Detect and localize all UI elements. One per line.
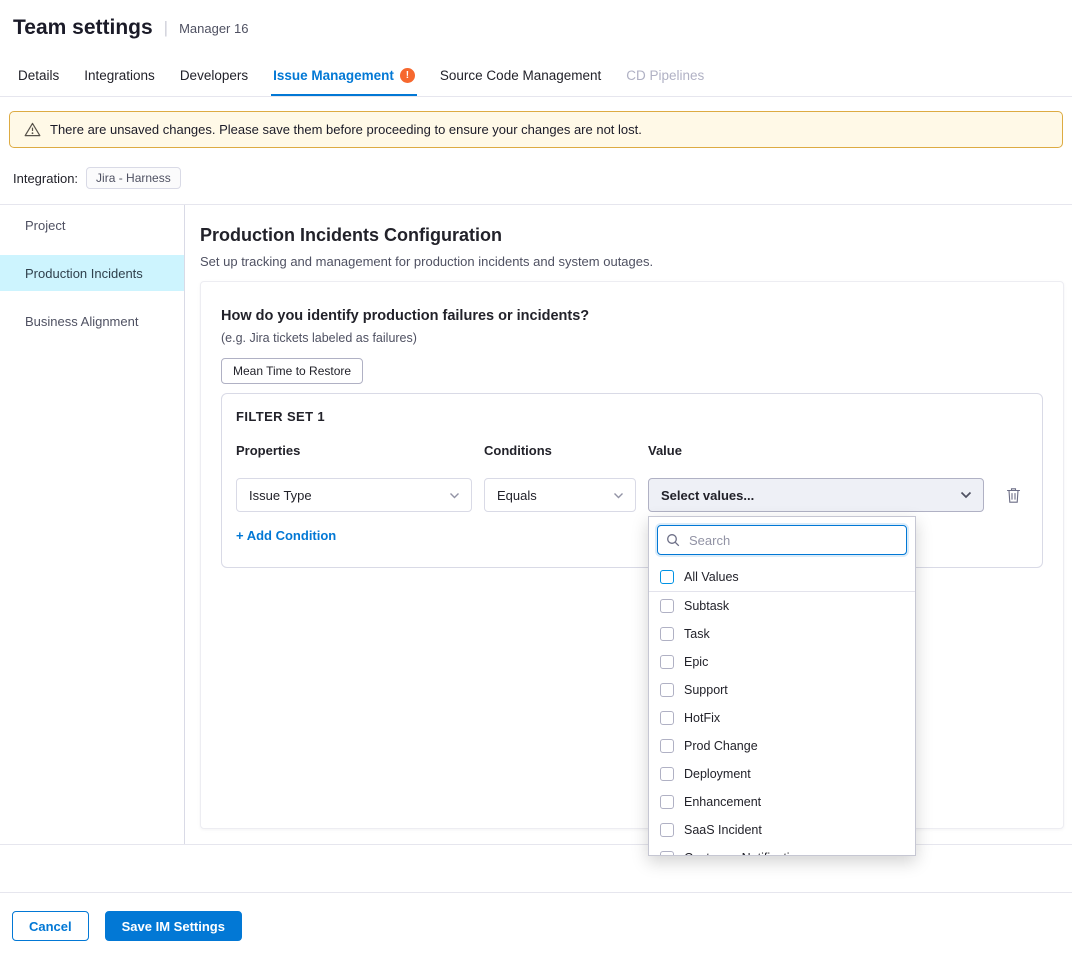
tab-source-code-management[interactable]: Source Code Management bbox=[438, 56, 603, 96]
condition-select[interactable]: Equals bbox=[484, 478, 636, 512]
option-checkbox[interactable] bbox=[660, 823, 674, 837]
search-icon bbox=[666, 533, 680, 547]
select-all-checkbox[interactable] bbox=[660, 570, 674, 584]
question-heading: How do you identify production failures … bbox=[221, 308, 1043, 324]
select-all-option[interactable]: All Values bbox=[649, 563, 915, 592]
dropdown-option-hotfix[interactable]: HotFix bbox=[649, 704, 915, 732]
team-name: Manager 16 bbox=[179, 21, 248, 36]
option-label: Prod Change bbox=[684, 739, 758, 753]
integration-row: Integration: Jira - Harness bbox=[0, 148, 1072, 204]
option-label: HotFix bbox=[684, 711, 720, 725]
dropdown-option-support[interactable]: Support bbox=[649, 676, 915, 704]
production-incidents-content: Production Incidents Configuration Set u… bbox=[185, 205, 1072, 844]
section-subtitle: Set up tracking and management for produ… bbox=[200, 254, 1064, 269]
tab-label: Details bbox=[18, 68, 59, 83]
sidebar-item-label: Project bbox=[25, 218, 65, 233]
page-title: Team settings bbox=[13, 16, 153, 40]
sidebar-item-business-alignment[interactable]: Business Alignment bbox=[0, 303, 184, 339]
question-hint: (e.g. Jira tickets labeled as failures) bbox=[221, 331, 1043, 345]
option-label: Task bbox=[684, 627, 710, 641]
option-checkbox[interactable] bbox=[660, 627, 674, 641]
delete-filter-row-button[interactable] bbox=[1004, 485, 1023, 506]
dropdown-search-input[interactable] bbox=[687, 532, 898, 549]
property-select-value: Issue Type bbox=[249, 488, 312, 503]
column-label-properties: Properties bbox=[236, 443, 472, 458]
option-label: Enhancement bbox=[684, 795, 761, 809]
im-settings-sidebar: Project Production Incidents Business Al… bbox=[0, 205, 185, 844]
add-condition-button[interactable]: + Add Condition bbox=[236, 528, 336, 543]
tab-label: Integrations bbox=[84, 68, 155, 83]
settings-tab-bar: Details Integrations Developers Issue Ma… bbox=[0, 56, 1072, 97]
option-label: Subtask bbox=[684, 599, 729, 613]
trash-icon bbox=[1006, 487, 1021, 504]
option-checkbox[interactable] bbox=[660, 767, 674, 781]
dropdown-option-prod-change[interactable]: Prod Change bbox=[649, 732, 915, 760]
column-label-value: Value bbox=[648, 443, 984, 458]
option-checkbox[interactable] bbox=[660, 599, 674, 613]
column-label-conditions: Conditions bbox=[484, 443, 636, 458]
sidebar-item-label: Production Incidents bbox=[25, 266, 143, 281]
section-title: Production Incidents Configuration bbox=[200, 225, 1064, 246]
sidebar-item-project[interactable]: Project bbox=[0, 207, 184, 243]
chevron-down-icon bbox=[449, 492, 460, 499]
dropdown-option-saas-incident[interactable]: SaaS Incident bbox=[649, 816, 915, 844]
value-options-dropdown: All Values Subtask Task bbox=[648, 516, 916, 856]
option-label: Customer Notification bbox=[684, 851, 804, 856]
cancel-button[interactable]: Cancel bbox=[12, 911, 89, 941]
dropdown-option-enhancement[interactable]: Enhancement bbox=[649, 788, 915, 816]
option-label: SaaS Incident bbox=[684, 823, 762, 837]
sidebar-item-label: Business Alignment bbox=[25, 314, 138, 329]
dropdown-search-box bbox=[657, 525, 907, 555]
save-im-settings-button[interactable]: Save IM Settings bbox=[105, 911, 242, 941]
option-checkbox[interactable] bbox=[660, 683, 674, 697]
option-checkbox[interactable] bbox=[660, 711, 674, 725]
option-label: Deployment bbox=[684, 767, 751, 781]
dropdown-option-deployment[interactable]: Deployment bbox=[649, 760, 915, 788]
incidents-config-card: How do you identify production failures … bbox=[200, 281, 1064, 829]
tab-label: Developers bbox=[180, 68, 248, 83]
warning-icon bbox=[24, 122, 41, 137]
option-checkbox[interactable] bbox=[660, 795, 674, 809]
metric-chip-mttr[interactable]: Mean Time to Restore bbox=[221, 358, 363, 384]
filter-set-title: FILTER SET 1 bbox=[236, 409, 1028, 424]
option-checkbox[interactable] bbox=[660, 655, 674, 669]
integration-label: Integration: bbox=[13, 171, 78, 186]
team-settings-page: Team settings | Manager 16 Details Integ… bbox=[0, 0, 1072, 956]
tab-label: Issue Management bbox=[273, 68, 394, 83]
tab-developers[interactable]: Developers bbox=[178, 56, 250, 96]
unsaved-warning-badge: ! bbox=[400, 68, 415, 83]
filter-grid: Properties Conditions Value Issue Type E… bbox=[236, 443, 1028, 512]
condition-select-value: Equals bbox=[497, 488, 537, 503]
option-checkbox[interactable] bbox=[660, 851, 674, 856]
integration-chip: Jira - Harness bbox=[86, 167, 181, 189]
unsaved-changes-banner: There are unsaved changes. Please save t… bbox=[9, 111, 1063, 148]
select-all-label: All Values bbox=[684, 570, 739, 584]
tab-issue-management[interactable]: Issue Management ! bbox=[271, 56, 417, 96]
chevron-down-icon bbox=[960, 491, 972, 499]
option-label: Epic bbox=[684, 655, 708, 669]
title-divider: | bbox=[164, 18, 168, 38]
dropdown-option-task[interactable]: Task bbox=[649, 620, 915, 648]
sidebar-item-production-incidents[interactable]: Production Incidents bbox=[0, 255, 184, 291]
dropdown-option-subtask[interactable]: Subtask bbox=[649, 592, 915, 620]
property-select[interactable]: Issue Type bbox=[236, 478, 472, 512]
tab-cd-pipelines: CD Pipelines bbox=[624, 56, 706, 96]
tab-details[interactable]: Details bbox=[16, 56, 61, 96]
banner-message: There are unsaved changes. Please save t… bbox=[50, 122, 642, 137]
option-checkbox[interactable] bbox=[660, 739, 674, 753]
filter-set-1: FILTER SET 1 Properties Conditions Value… bbox=[221, 393, 1043, 568]
value-select-cell: Select values... bbox=[648, 478, 984, 512]
value-select-placeholder: Select values... bbox=[661, 488, 754, 503]
tab-label: Source Code Management bbox=[440, 68, 601, 83]
page-header: Team settings | Manager 16 bbox=[0, 0, 1072, 56]
settings-body: Project Production Incidents Business Al… bbox=[0, 204, 1072, 845]
chevron-down-icon bbox=[613, 492, 624, 499]
dropdown-option-epic[interactable]: Epic bbox=[649, 648, 915, 676]
tab-integrations[interactable]: Integrations bbox=[82, 56, 157, 96]
value-multiselect[interactable]: Select values... bbox=[648, 478, 984, 512]
page-footer: Cancel Save IM Settings bbox=[0, 892, 1072, 956]
dropdown-option-customer-notification[interactable]: Customer Notification bbox=[649, 844, 915, 856]
option-label: Support bbox=[684, 683, 728, 697]
tab-label: CD Pipelines bbox=[626, 68, 704, 83]
